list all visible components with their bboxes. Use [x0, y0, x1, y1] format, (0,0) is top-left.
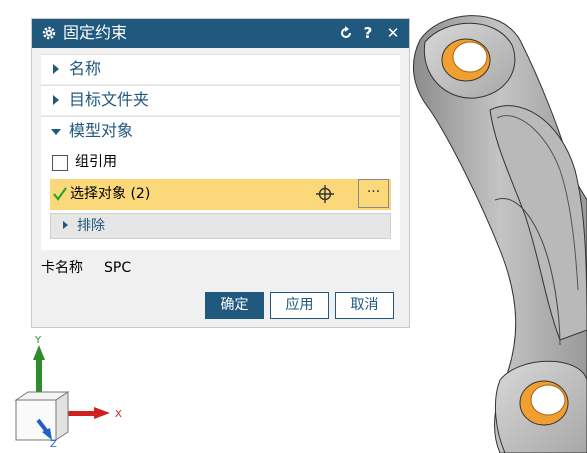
- cube-side: [55, 391, 69, 441]
- crosshair-icon[interactable]: [316, 185, 334, 203]
- exclude-label: 排除: [77, 218, 105, 234]
- group-reference-checkbox[interactable]: [52, 155, 68, 171]
- chevron-right-icon: [63, 221, 68, 229]
- dialog-titlebar[interactable]: 固定约束 ? ✕: [32, 19, 409, 48]
- checkmark-icon: [53, 187, 67, 201]
- card-name-value: SPC: [104, 260, 132, 276]
- graphics-viewport[interactable]: Y X Z 固定约束 ? ✕ 名称 目标文件夹 模型对象 组引用 选择对象 (2…: [0, 0, 587, 453]
- card-name-label: 卡名称: [41, 260, 83, 276]
- cancel-button[interactable]: 取消: [335, 292, 394, 319]
- section-name-label: 名称: [69, 59, 102, 78]
- fixed-constraint-dialog: 固定约束 ? ✕ 名称 目标文件夹 模型对象 组引用 选择对象 (2) ··· …: [31, 18, 410, 328]
- help-button[interactable]: ?: [359, 23, 377, 43]
- chevron-right-icon: [53, 64, 59, 74]
- group-reference-label: 组引用: [75, 154, 117, 170]
- exclude-subsection[interactable]: 排除: [50, 213, 391, 239]
- select-objects-label: 选择对象 (2): [70, 186, 151, 202]
- section-target-folder-header[interactable]: 目标文件夹: [41, 86, 400, 115]
- close-button[interactable]: ✕: [384, 23, 402, 43]
- z-axis-label: Z: [50, 439, 57, 450]
- chevron-down-icon: [51, 129, 61, 135]
- x-axis-arrow: [94, 407, 110, 419]
- gear-icon: [42, 26, 56, 40]
- select-objects-row[interactable]: 选择对象 (2) ···: [50, 179, 391, 210]
- section-model-objects-header[interactable]: 模型对象: [41, 117, 400, 146]
- section-model-objects: 模型对象 组引用 选择对象 (2) ··· 排除: [41, 116, 400, 250]
- x-axis-label: X: [115, 409, 122, 420]
- section-model-objects-label: 模型对象: [69, 121, 134, 140]
- dialog-title: 固定约束: [63, 23, 128, 42]
- section-target-folder-label: 目标文件夹: [69, 90, 150, 109]
- coordinate-triad[interactable]: Y X Z: [0, 330, 140, 453]
- reset-icon: [341, 26, 351, 38]
- section-target-folder: 目标文件夹: [41, 85, 400, 115]
- section-name-header[interactable]: 名称: [41, 55, 400, 84]
- chevron-right-icon: [53, 95, 59, 105]
- part-model[interactable]: [405, 0, 587, 453]
- more-options-button[interactable]: ···: [358, 179, 389, 208]
- y-axis-arrow: [33, 345, 45, 360]
- reset-button[interactable]: [337, 23, 355, 43]
- section-name: 名称: [41, 54, 400, 84]
- ok-button[interactable]: 确定: [205, 292, 264, 319]
- apply-button[interactable]: 应用: [270, 292, 329, 319]
- y-axis-label: Y: [34, 335, 42, 346]
